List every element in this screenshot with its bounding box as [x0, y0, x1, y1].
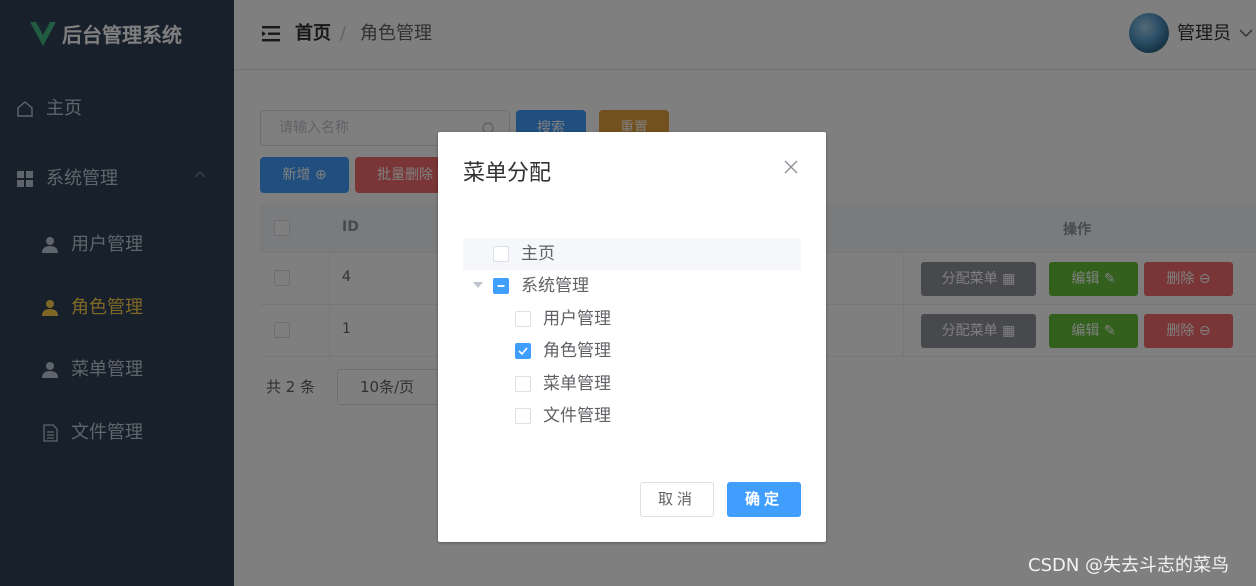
cancel-button[interactable]: 取消	[640, 482, 714, 517]
tree-node-label: 菜单管理	[543, 374, 611, 394]
check-icon	[518, 347, 528, 356]
watermark-text: CSDN @失去斗志的菜鸟	[1028, 555, 1230, 576]
tree-node-label: 系统管理	[521, 276, 589, 296]
tree-node-label: 主页	[521, 244, 555, 264]
tree-checkbox[interactable]	[515, 311, 531, 327]
tree-checkbox[interactable]	[515, 376, 531, 392]
tree-checkbox[interactable]	[515, 343, 531, 359]
minus-icon	[497, 285, 505, 287]
tree-node-home[interactable]: 主页	[463, 238, 801, 270]
tree-node-label: 用户管理	[543, 309, 611, 329]
tree-node-users[interactable]: 用户管理	[463, 303, 801, 335]
tree-checkbox[interactable]	[493, 246, 509, 262]
tree-node-label: 文件管理	[543, 406, 611, 426]
dialog-title: 菜单分配	[463, 161, 552, 186]
tree-node-menus[interactable]: 菜单管理	[463, 368, 801, 400]
confirm-button[interactable]: 确定	[727, 482, 801, 517]
tree-node-roles[interactable]: 角色管理	[463, 335, 801, 367]
caret-down-icon[interactable]	[473, 282, 483, 288]
close-icon[interactable]	[784, 160, 798, 174]
tree-node-system[interactable]: 系统管理	[463, 270, 801, 302]
menu-assign-dialog: 菜单分配 主页 系统管理 用户管理 角色管理 菜单管理 文件管理 取消 确定	[438, 132, 826, 542]
tree-node-label: 角色管理	[543, 341, 611, 361]
tree-node-files[interactable]: 文件管理	[463, 400, 801, 432]
tree-checkbox[interactable]	[515, 408, 531, 424]
tree-checkbox[interactable]	[493, 278, 509, 294]
